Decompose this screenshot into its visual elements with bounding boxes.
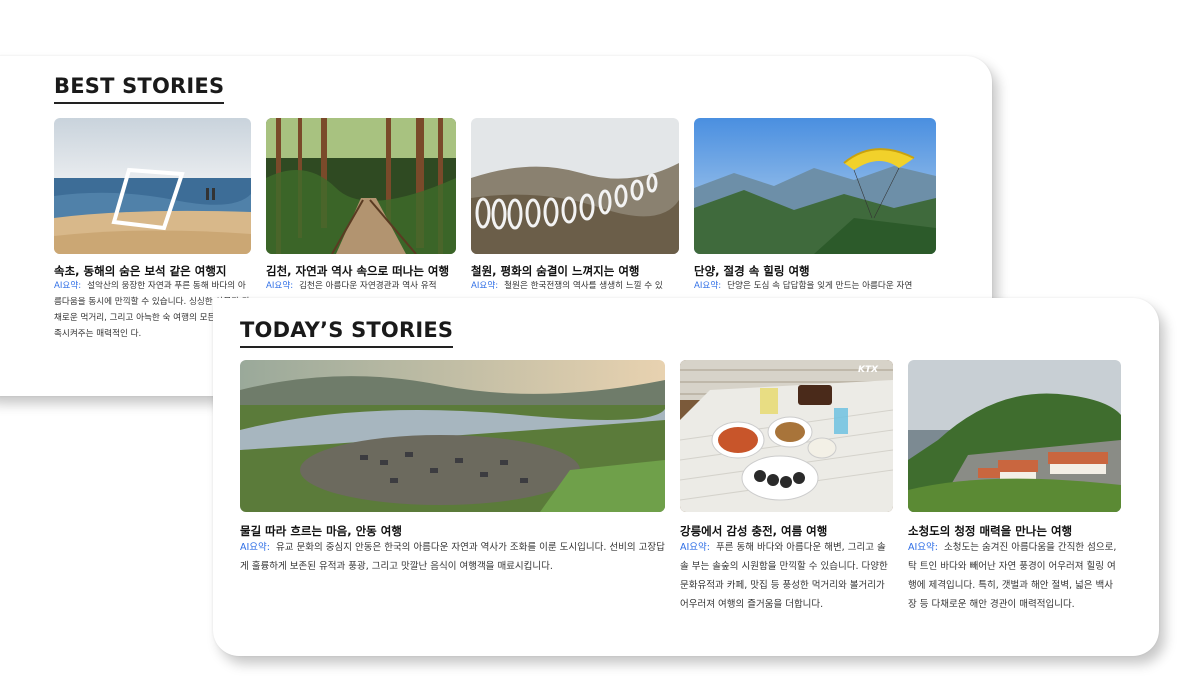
best-card-summary: AI요약: 김천은 아름다운 자연경관과 역사 유적	[266, 281, 437, 291]
ai-summary-label: AI요약:	[54, 281, 82, 291]
today-card-title[interactable]: 강릉에서 감성 충전, 여름 여행	[680, 523, 893, 539]
best-card-danyang[interactable]: 단양, 절경 속 힐링 여행 AI요약: 단양은 도심 속 답답함을 잊게 만드는…	[694, 118, 936, 298]
today-card-title[interactable]: 물길 따라 흐르는 마음, 안동 여행	[240, 523, 665, 539]
best-card-cheorwon[interactable]: 철원, 평화의 숨결이 느껴지는 여행 AI요약: 철원은 한국전쟁의 역사를 생…	[471, 118, 679, 298]
today-card-andong[interactable]: 물길 따라 흐르는 마음, 안동 여행 AI요약: 유교 문화의 중심지 안동은 …	[240, 360, 665, 580]
today-card-summary: AI요약: 소청도는 숨겨진 아름다움을 간직한 섬으로, 탁 트인 바다와 빼어…	[908, 542, 1117, 610]
best-card-summary: AI요약: 단양은 도심 속 답답함을 잊게 만드는 아름다운 자연	[694, 281, 913, 291]
gangneung-photo[interactable]: KTX	[680, 360, 893, 512]
best-card-title[interactable]: 속초, 동해의 숨은 보석 같은 여행지	[54, 263, 251, 279]
best-card-summary: AI요약: 철원은 한국전쟁의 역사를 생생히 느낄 수 있	[471, 281, 663, 291]
today-card-gangneung[interactable]: KTX 강릉에서 감성 충전, 여름 여행 AI요약: 푸른 동해 바다와 아름다…	[680, 360, 893, 635]
today-card-title[interactable]: 소청도의 청정 매력을 만나는 여행	[908, 523, 1121, 539]
today-card-summary: AI요약: 유교 문화의 중심지 안동은 한국의 아름다운 자연과 역사가 조화를…	[240, 542, 665, 572]
todays-stories-title: TODAY’S STORIES	[240, 318, 454, 348]
ai-summary-label: AI요약:	[680, 542, 710, 553]
today-card-summary: AI요약: 푸른 동해 바다와 아름다운 해변, 그리고 솔솔 부는 솔숲의 시원…	[680, 542, 888, 610]
ai-summary-label: AI요약:	[266, 281, 294, 291]
best-card-title[interactable]: 단양, 절경 속 힐링 여행	[694, 263, 936, 279]
sokcho-photo[interactable]	[54, 118, 251, 254]
ai-summary-label: AI요약:	[240, 542, 270, 553]
ai-summary-label: AI요약:	[908, 542, 938, 553]
ai-summary-label: AI요약:	[694, 281, 722, 291]
ktx-badge: KTX	[858, 365, 879, 375]
andong-photo[interactable]	[240, 360, 665, 512]
best-card-title[interactable]: 철원, 평화의 숨결이 느껴지는 여행	[471, 263, 679, 279]
ai-summary-label: AI요약:	[471, 281, 499, 291]
cheorwon-photo[interactable]	[471, 118, 679, 254]
best-card-gimcheon[interactable]: 김천, 자연과 역사 속으로 떠나는 여행 AI요약: 김천은 아름다운 자연경관…	[266, 118, 456, 298]
danyang-photo[interactable]	[694, 118, 936, 254]
best-card-title[interactable]: 김천, 자연과 역사 속으로 떠나는 여행	[266, 263, 456, 279]
socheongdo-photo[interactable]	[908, 360, 1121, 512]
today-card-socheongdo[interactable]: 소청도의 청정 매력을 만나는 여행 AI요약: 소청도는 숨겨진 아름다움을 간…	[908, 360, 1121, 635]
best-stories-title: BEST STORIES	[54, 74, 225, 104]
gimcheon-photo[interactable]	[266, 118, 456, 254]
